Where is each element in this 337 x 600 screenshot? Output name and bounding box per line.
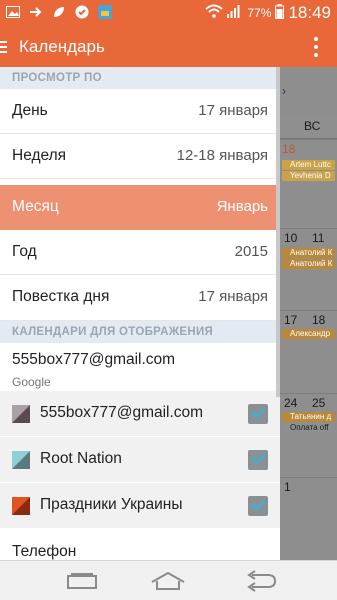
day-number: 24 xyxy=(284,396,298,410)
wifi-icon xyxy=(205,4,224,22)
view-option-year[interactable]: Год 2015 xyxy=(0,230,280,275)
calendar-checkbox[interactable] xyxy=(248,449,268,470)
view-option-value: Январь xyxy=(216,198,268,215)
overflow-menu-icon[interactable] xyxy=(313,35,319,59)
hamburger-icon[interactable] xyxy=(0,35,12,59)
notification-icons xyxy=(5,4,113,20)
event-chip: Анатолий К xyxy=(282,248,335,258)
view-option-label: День xyxy=(12,102,48,119)
view-option-label: Месяц xyxy=(12,198,59,215)
calendar-week: 10 11 Анатолий К Анатолий К xyxy=(280,228,337,320)
forward-arrow-icon xyxy=(28,4,44,20)
view-option-day[interactable]: День 17 января xyxy=(0,89,280,134)
view-option-label: Повестка дня xyxy=(12,288,110,305)
day-number: 18 xyxy=(282,142,296,156)
calendar-color-swatch xyxy=(12,405,30,423)
view-section-header: ПРОСМОТР ПО xyxy=(0,67,280,89)
calendar-checkbox[interactable] xyxy=(248,495,268,516)
event-chip: Анатолий К xyxy=(282,259,335,269)
day-number: 25 xyxy=(312,396,326,410)
calendar-item[interactable]: Праздники Украины xyxy=(0,483,280,529)
view-option-value: 12-18 января xyxy=(176,147,268,164)
signal-icon xyxy=(227,4,243,22)
view-option-value: 17 января xyxy=(198,102,268,119)
back-icon[interactable] xyxy=(240,567,280,595)
day-number: 17 xyxy=(284,313,298,327)
day-number: 11 xyxy=(312,231,325,245)
status-bar: 77% 18:49 xyxy=(0,0,337,27)
account-name: Телефон xyxy=(12,543,77,560)
account-header-phone: Телефон xyxy=(0,533,280,560)
battery-icon xyxy=(275,3,285,23)
navigation-drawer: ПРОСМОТР ПО День 17 января Неделя 12-18 … xyxy=(0,67,280,560)
calendar-item[interactable]: 555box777@gmail.com xyxy=(0,391,280,437)
event-chip: Александр xyxy=(282,329,335,339)
app-toolbar: Календарь xyxy=(0,27,337,67)
view-option-agenda[interactable]: Повестка дня 17 января xyxy=(0,275,280,321)
calendar-item[interactable]: Root Nation xyxy=(0,437,280,483)
app-icon xyxy=(97,4,113,20)
home-icon[interactable] xyxy=(148,567,188,595)
image-icon xyxy=(5,4,21,20)
recent-apps-icon[interactable] xyxy=(62,567,102,595)
clock: 18:49 xyxy=(288,3,331,22)
leaf-icon xyxy=(51,4,67,20)
view-option-week[interactable]: Неделя 12-18 января xyxy=(0,134,280,179)
calendar-week: 17 18 Александр xyxy=(280,310,337,402)
calendar-name: 555box777@gmail.com xyxy=(40,404,204,421)
calendar-name: Root Nation xyxy=(40,450,122,467)
day-number: 1 xyxy=(284,480,291,494)
calendar-week: 1 xyxy=(280,477,337,560)
event-chip: Оплата off xyxy=(282,423,335,433)
event-chip: Artem Luttc xyxy=(282,160,335,170)
view-option-month[interactable]: Месяц Январь xyxy=(0,185,280,230)
account-header: 555box777@gmail.com Google xyxy=(0,343,280,393)
calendars-section-header: КАЛЕНДАРИ ДЛЯ ОТОБРАЖЕНИЯ xyxy=(0,321,280,343)
view-option-label: Год xyxy=(12,243,37,260)
app-title: Календарь xyxy=(19,37,105,56)
drawer-scrollbar[interactable] xyxy=(276,67,280,397)
event-chip: Yevhenia D xyxy=(282,171,335,181)
view-option-label: Неделя xyxy=(12,147,67,164)
calendar-color-swatch xyxy=(12,497,30,515)
chevron-right-icon: › xyxy=(282,84,286,98)
day-number: 10 xyxy=(284,231,298,245)
calendar-week: 18 Artem Luttc Yevhenia D xyxy=(280,139,337,231)
calendar-week: 24 25 Татьянин д Оплата off xyxy=(280,393,337,485)
day-header-label: ВС xyxy=(304,119,321,133)
event-chip: Татьянин д xyxy=(282,412,335,422)
view-option-value: 2015 xyxy=(234,243,268,260)
calendar-checkbox[interactable] xyxy=(248,403,268,424)
system-status: 77% 18:49 xyxy=(205,3,331,23)
day-number: 18 xyxy=(312,313,326,327)
check-shield-icon xyxy=(74,4,90,20)
account-email: 555box777@gmail.com xyxy=(12,351,176,368)
battery-percent: 77% xyxy=(247,6,272,20)
system-nav-bar xyxy=(0,560,337,600)
background-calendar: 18 Artem Luttc Yevhenia D 10 11 Анатолий… xyxy=(280,67,337,560)
calendar-name: Праздники Украины xyxy=(40,496,183,513)
view-option-value: 17 января xyxy=(198,288,268,305)
account-type: Google xyxy=(12,375,51,389)
calendar-day-header: ВС xyxy=(280,115,337,139)
calendar-color-swatch xyxy=(12,451,30,469)
